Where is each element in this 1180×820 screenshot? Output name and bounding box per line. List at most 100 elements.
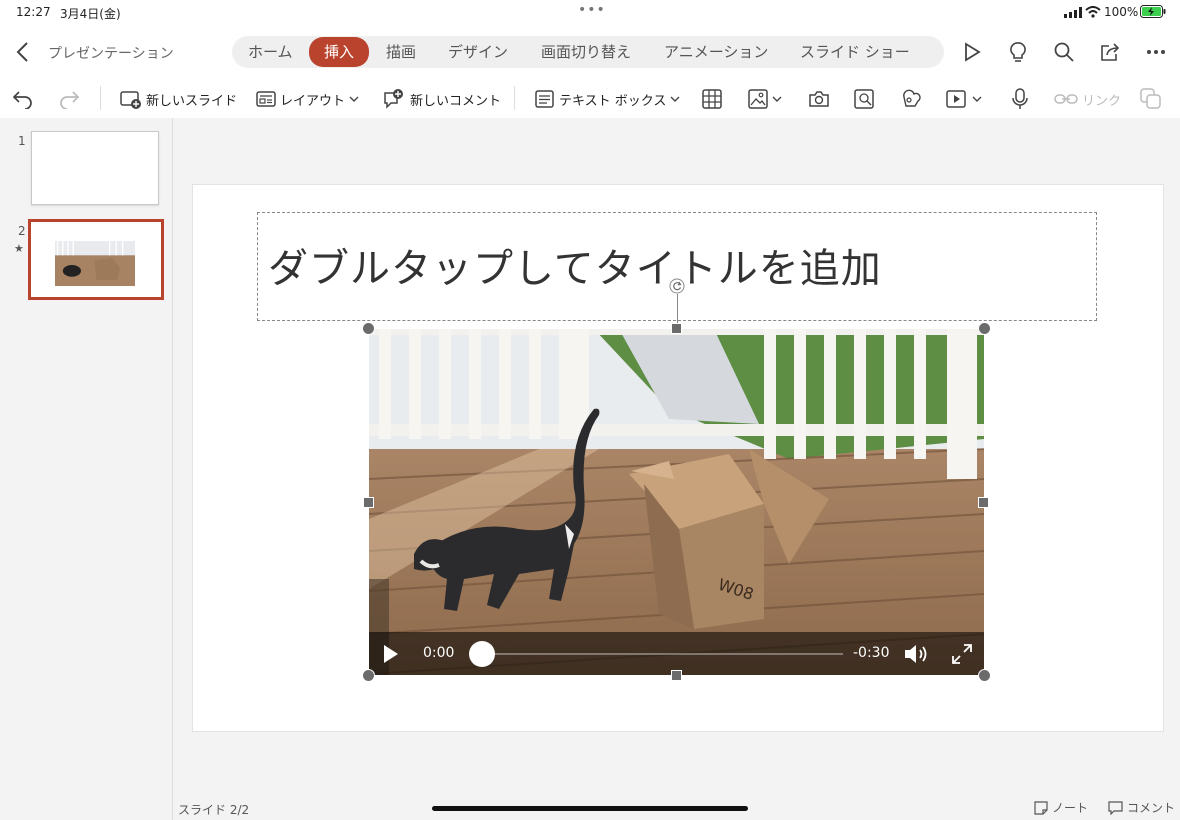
- comments-label: コメント: [1127, 801, 1176, 815]
- resize-handle[interactable]: [363, 497, 374, 508]
- share-icon[interactable]: [1096, 38, 1124, 66]
- tab-insert[interactable]: 挿入: [309, 37, 370, 67]
- new-comment-icon: [384, 89, 403, 109]
- battery-charging-icon: [1140, 5, 1166, 18]
- tab-transitions[interactable]: 画面切り替え: [533, 40, 639, 64]
- microphone-icon: [1012, 88, 1028, 109]
- status-time: 12:27: [16, 5, 51, 19]
- comment-icon: [1108, 800, 1123, 815]
- layout-label: レイアウト: [280, 93, 346, 109]
- resize-handle[interactable]: [671, 670, 682, 681]
- new-comment-button[interactable]: 新しいコメント: [382, 84, 501, 114]
- notes-label: ノート: [1052, 801, 1089, 815]
- resize-handle[interactable]: [978, 322, 991, 335]
- picture-icon: [748, 89, 768, 109]
- resize-handle[interactable]: [362, 322, 375, 335]
- battery-percentage: 100%: [1104, 5, 1139, 19]
- resize-handle[interactable]: [671, 323, 682, 334]
- wifi-icon: [1085, 6, 1101, 18]
- volume-icon[interactable]: [903, 642, 931, 666]
- new-slide-icon: [120, 91, 141, 109]
- title-placeholder-text: ダブルタップしてタイトルを追加: [268, 246, 882, 292]
- video-progress-track[interactable]: [469, 653, 843, 655]
- new-slide-label: 新しいスライド: [146, 93, 238, 109]
- undo-button[interactable]: [12, 84, 34, 114]
- video-button[interactable]: [946, 84, 982, 114]
- camera-button[interactable]: [808, 84, 830, 114]
- search-icon[interactable]: [1050, 38, 1078, 66]
- icons-icon: [903, 89, 921, 107]
- video-controls: 0:00 -0:30: [369, 632, 984, 675]
- play-icon[interactable]: [383, 644, 399, 664]
- picture-button[interactable]: [748, 84, 782, 114]
- insert-ribbon: 新しいスライド レイアウト 新しいコメント テキスト ボックス リンク: [0, 80, 1180, 118]
- cellular-signal-icon: [1064, 7, 1082, 18]
- app-header: プレゼンテーション ホーム 挿入 描画 デザイン 画面切り替え アニメーション …: [0, 24, 1180, 80]
- chevron-down-icon: [972, 96, 982, 102]
- notes-icon: [1034, 800, 1048, 815]
- divider: [514, 86, 515, 110]
- thumbnail-video-image: [55, 241, 135, 286]
- video-current-time: 0:00: [423, 645, 455, 661]
- redo-button[interactable]: [58, 84, 80, 114]
- document-title[interactable]: プレゼンテーション: [48, 43, 174, 63]
- layout-button[interactable]: レイアウト: [256, 84, 359, 114]
- video-icon: [946, 90, 966, 108]
- home-indicator[interactable]: [432, 806, 748, 811]
- chevron-down-icon: [349, 96, 359, 102]
- camera-icon: [809, 91, 829, 107]
- more-options-icon[interactable]: [1142, 38, 1170, 66]
- play-slideshow-icon[interactable]: [958, 38, 986, 66]
- lightbulb-icon[interactable]: [1004, 38, 1032, 66]
- duplicate-button[interactable]: [1140, 84, 1162, 114]
- multitasking-dots-icon[interactable]: •••: [578, 2, 606, 18]
- text-box-icon: [535, 90, 554, 108]
- comments-button[interactable]: コメント: [1108, 799, 1175, 816]
- image-search-icon: [854, 89, 874, 109]
- text-box-button[interactable]: テキスト ボックス: [535, 84, 680, 114]
- chevron-down-icon: [772, 96, 782, 102]
- slide-thumbnail-2[interactable]: [28, 219, 164, 300]
- thumbnail-number: 1: [18, 134, 26, 148]
- rotate-handle-icon[interactable]: [669, 278, 685, 294]
- back-chevron-icon[interactable]: [16, 42, 30, 62]
- animation-marker-icon: ★: [14, 242, 24, 255]
- cat-video-image: W08: [369, 329, 984, 675]
- duplicate-icon: [1140, 88, 1161, 109]
- resize-handle[interactable]: [978, 669, 991, 682]
- status-bar: 12:27 3月4日(金) ••• 100%: [0, 0, 1180, 24]
- icons-button[interactable]: [900, 84, 922, 114]
- thumbnail-number: 2: [18, 224, 26, 238]
- video-remaining-time: -0:30: [853, 645, 890, 661]
- link-button[interactable]: リンク: [1054, 84, 1121, 114]
- new-comment-label: 新しいコメント: [410, 93, 502, 109]
- link-label: リンク: [1082, 93, 1122, 109]
- image-search-button[interactable]: [854, 84, 876, 114]
- chevron-down-icon: [670, 96, 680, 102]
- notes-button[interactable]: ノート: [1034, 799, 1088, 816]
- resize-handle[interactable]: [978, 497, 989, 508]
- slide-thumbnail-1[interactable]: [31, 131, 159, 205]
- tab-slideshow[interactable]: スライド ショー: [792, 40, 944, 64]
- fullscreen-icon[interactable]: [951, 643, 973, 665]
- table-button[interactable]: [702, 84, 722, 114]
- audio-button[interactable]: [1010, 84, 1030, 114]
- text-box-label: テキスト ボックス: [559, 93, 667, 109]
- tab-design[interactable]: デザイン: [440, 40, 516, 64]
- link-icon: [1054, 94, 1078, 104]
- status-date: 3月4日(金): [60, 7, 121, 21]
- redo-icon: [60, 91, 80, 109]
- tab-animations[interactable]: アニメーション: [656, 40, 776, 64]
- tab-home[interactable]: ホーム: [240, 40, 301, 64]
- layout-icon: [256, 91, 276, 107]
- slide-counter: スライド 2/2: [178, 803, 250, 817]
- ribbon-tabs: ホーム 挿入 描画 デザイン 画面切り替え アニメーション スライド ショー: [232, 36, 944, 68]
- table-icon: [702, 89, 722, 109]
- resize-handle[interactable]: [362, 669, 375, 682]
- tab-draw[interactable]: 描画: [378, 40, 424, 64]
- divider: [100, 86, 101, 110]
- undo-icon: [12, 91, 32, 109]
- new-slide-button[interactable]: 新しいスライド: [120, 84, 237, 114]
- video-progress-knob[interactable]: [469, 641, 495, 667]
- video-frame[interactable]: W08: [369, 329, 984, 675]
